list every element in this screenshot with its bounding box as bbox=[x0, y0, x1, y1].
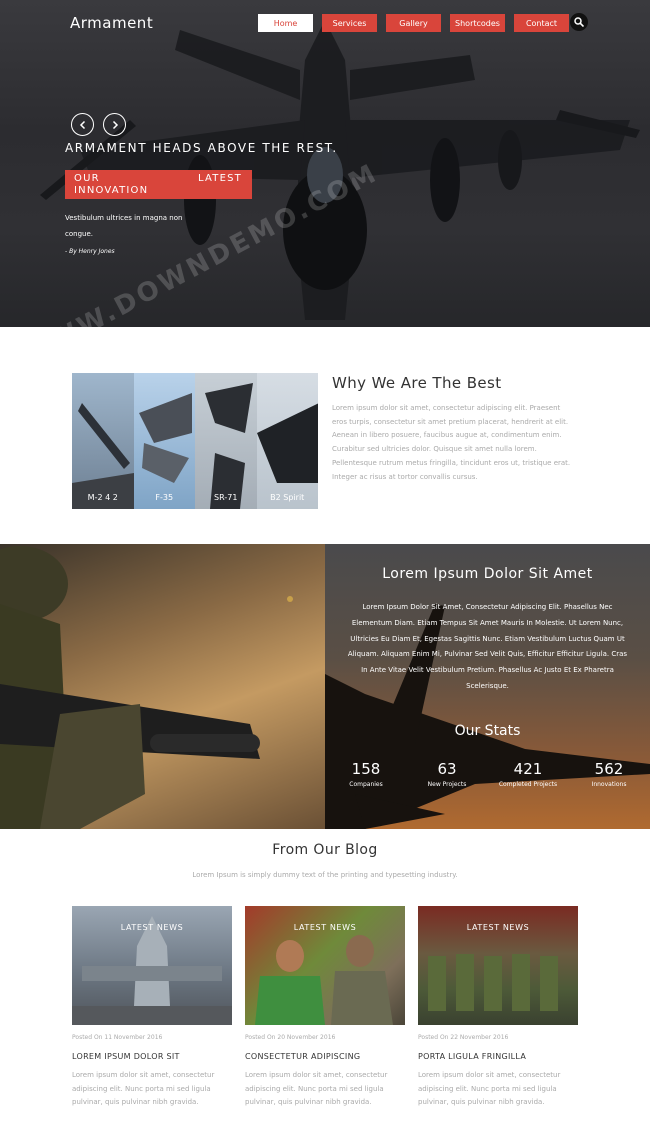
blog-tag: LATEST NEWS bbox=[120, 923, 184, 932]
why-title: Why We Are The Best bbox=[332, 374, 502, 392]
nav-shortcodes[interactable]: Shortcodes bbox=[450, 14, 505, 32]
blog-post-title[interactable]: CONSECTETUR ADIPISCING bbox=[245, 1052, 405, 1061]
blog-subtitle: Lorem Ipsum is simply dummy text of the … bbox=[192, 871, 458, 879]
mid-body: Lorem Ipsum Dolor Sit Amet, Consectetur … bbox=[347, 603, 628, 690]
stats-section: Lorem Ipsum Dolor Sit Amet Lorem Ipsum D… bbox=[0, 544, 650, 829]
prev-slide-button[interactable] bbox=[71, 113, 94, 136]
hero-author: - By Henry Jones bbox=[65, 248, 115, 255]
blog-excerpt: Lorem ipsum dolor sit amet, consectetur … bbox=[245, 1071, 388, 1106]
blog-card[interactable]: LATEST NEWS Posted On 20 November 2016 C… bbox=[245, 906, 405, 1110]
jet-image bbox=[205, 383, 253, 509]
blog-image[interactable]: LATEST NEWS bbox=[245, 906, 405, 1025]
blog-date: Posted On 20 November 2016 bbox=[245, 1034, 336, 1041]
badge-left: OUR bbox=[74, 173, 100, 184]
stat-label: Innovations bbox=[591, 781, 627, 788]
nav-services[interactable]: Services bbox=[322, 14, 377, 32]
stat-item: 158 Companies bbox=[335, 760, 397, 788]
blog-post-title[interactable]: LOREM IPSUM DOLOR SIT bbox=[72, 1052, 232, 1061]
stat-value: 158 bbox=[351, 760, 381, 778]
panel-label: F-35 bbox=[155, 493, 174, 502]
stat-value: 63 bbox=[437, 760, 457, 778]
stat-value: 421 bbox=[513, 760, 543, 778]
blog-card[interactable]: LATEST NEWS Posted On 22 November 2016 P… bbox=[418, 906, 578, 1110]
next-slide-button[interactable] bbox=[103, 113, 126, 136]
blog-card[interactable]: LATEST NEWS Posted On 11 November 2016 L… bbox=[72, 906, 232, 1110]
brand-logo[interactable]: Armament bbox=[70, 14, 153, 32]
stat-label: New Projects bbox=[427, 781, 467, 788]
why-body: Lorem ipsum dolor sit amet, consectetur … bbox=[332, 404, 571, 481]
badge-line2: INNOVATION bbox=[74, 185, 149, 196]
badge-right: LATEST bbox=[198, 173, 242, 184]
blog-date: Posted On 11 November 2016 bbox=[72, 1034, 163, 1041]
blog-title: From Our Blog bbox=[272, 842, 378, 858]
soldier-image bbox=[0, 544, 325, 829]
stat-label: Companies bbox=[349, 781, 383, 788]
soldier-rifle-image bbox=[0, 546, 293, 829]
aircraft-panel[interactable]: SR-71 bbox=[195, 373, 257, 509]
stat-item: 562 Innovations bbox=[578, 760, 640, 788]
fighter-jet-image bbox=[40, 20, 640, 320]
aircraft-gallery: M-2 4 2 F-35 SR-71 B2 Spirit bbox=[72, 373, 318, 509]
stat-label: Completed Projects bbox=[498, 781, 558, 788]
stat-value: 562 bbox=[594, 760, 624, 778]
aircraft-panel[interactable]: M-2 4 2 bbox=[72, 373, 134, 509]
mid-title: Lorem Ipsum Dolor Sit Amet bbox=[382, 566, 593, 582]
search-icon bbox=[574, 17, 584, 27]
chevron-right-icon bbox=[112, 120, 118, 129]
blog-image[interactable]: LATEST NEWS bbox=[72, 906, 232, 1025]
nav-gallery[interactable]: Gallery bbox=[386, 14, 441, 32]
panel-label: SR-71 bbox=[214, 493, 238, 502]
stat-item: 421 Completed Projects bbox=[497, 760, 559, 788]
panel-label: M-2 4 2 bbox=[87, 493, 118, 502]
jet-image bbox=[256, 403, 318, 483]
hero-badge-button[interactable]: OUR LATEST INNOVATION bbox=[65, 170, 252, 199]
stat-item: 63 New Projects bbox=[416, 760, 478, 788]
nav-contact[interactable]: Contact bbox=[514, 14, 569, 32]
blog-date: Posted On 22 November 2016 bbox=[418, 1034, 509, 1041]
search-button[interactable] bbox=[570, 13, 588, 31]
blog-tag: LATEST NEWS bbox=[466, 923, 530, 932]
aircraft-panel[interactable]: B2 Spirit bbox=[256, 373, 318, 509]
jet-image bbox=[72, 403, 134, 509]
hero-text: Vestibulum ultrices in magna non congue. bbox=[65, 214, 183, 238]
panel-label: B2 Spirit bbox=[270, 493, 305, 502]
hero-headline: ARMAMENT HEADS ABOVE THE REST. bbox=[65, 141, 338, 155]
main-nav: Home Services Gallery Shortcodes Contact bbox=[258, 14, 569, 32]
blog-excerpt: Lorem ipsum dolor sit amet, consectetur … bbox=[72, 1071, 215, 1106]
blog-post-title[interactable]: PORTA LIGULA FRINGILLA bbox=[418, 1052, 578, 1061]
hero-section: Armament Home Services Gallery Shortcode… bbox=[0, 0, 650, 327]
blog-image[interactable]: LATEST NEWS bbox=[418, 906, 578, 1025]
chevron-left-icon bbox=[79, 120, 85, 129]
blog-tag: LATEST NEWS bbox=[293, 923, 357, 932]
jet-image bbox=[138, 393, 192, 483]
nav-home[interactable]: Home bbox=[258, 14, 313, 32]
aircraft-panel[interactable]: F-35 bbox=[133, 373, 195, 509]
blog-excerpt: Lorem ipsum dolor sit amet, consectetur … bbox=[418, 1071, 561, 1106]
stats-title: Our Stats bbox=[454, 723, 521, 739]
